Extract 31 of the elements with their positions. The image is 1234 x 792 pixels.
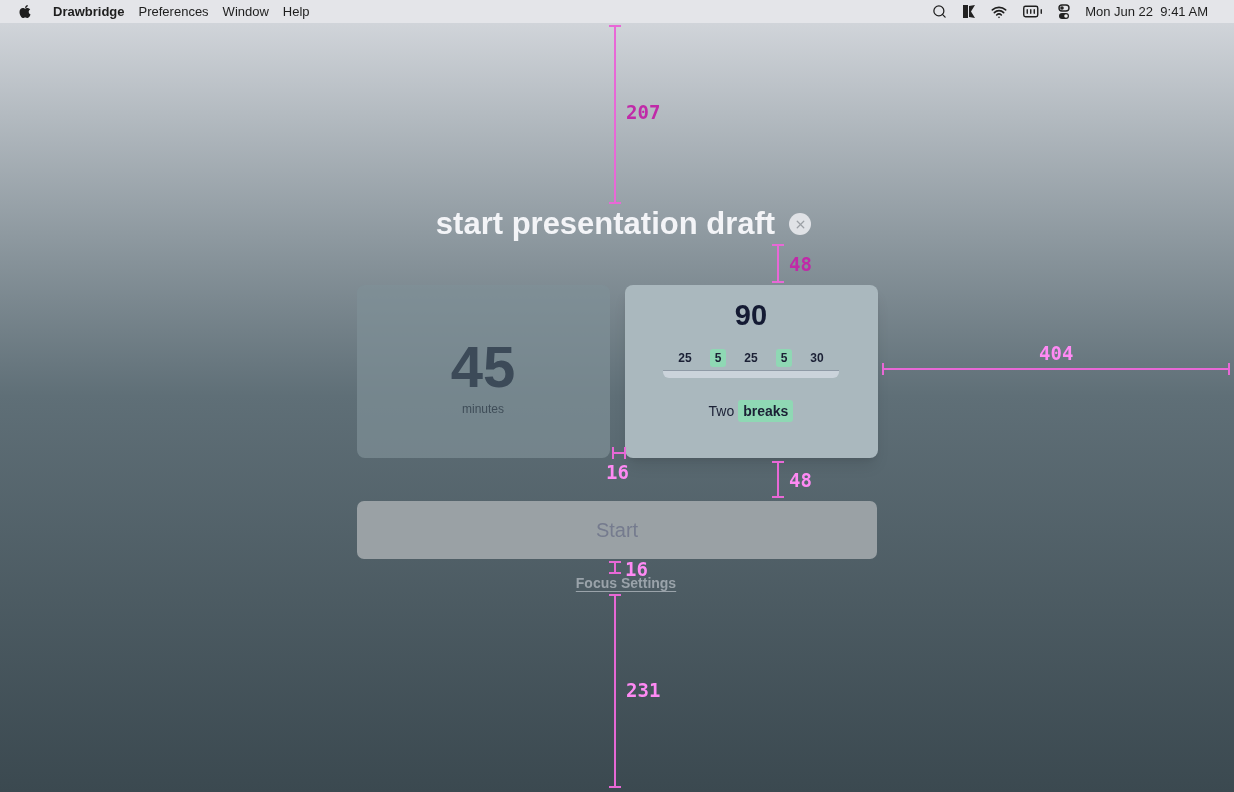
measurement-line [772, 244, 784, 283]
duration-option-card[interactable]: 90 25 5 25 5 30 Two breaks [624, 285, 878, 458]
search-icon[interactable] [932, 4, 948, 19]
measurement-label: 48 [789, 252, 812, 276]
session-title: start presentation draft [435, 205, 776, 243]
breaks-highlight: breaks [738, 400, 794, 422]
measurement-line [612, 447, 626, 459]
menu-item[interactable]: Preferences [138, 1, 209, 22]
app-logo-icon[interactable] [962, 4, 977, 19]
work-segment-label: 30 [809, 350, 825, 367]
toggles-icon[interactable] [1058, 3, 1071, 20]
duration-total: 90 [734, 298, 768, 333]
measurement-label: 207 [626, 100, 661, 124]
menu-item[interactable]: Window [222, 1, 269, 22]
break-segment-label: 5 [709, 349, 727, 367]
measurement-label: 16 [606, 460, 629, 484]
measurement-line [772, 461, 784, 498]
measurement-label: 48 [789, 468, 812, 492]
duration-caption: minutes [461, 401, 504, 418]
menu-item[interactable]: Help [282, 1, 310, 22]
work-segment-label: 25 [677, 350, 693, 367]
measurement-label: 404 [1039, 341, 1074, 365]
app-menu[interactable]: Drawbridge [53, 1, 125, 22]
duration-total: 45 [450, 335, 516, 399]
apple-icon[interactable] [18, 4, 32, 19]
measurement-label: 231 [626, 678, 661, 702]
menu-clock[interactable]: Mon Jun 22 9:41 AM [1085, 1, 1208, 22]
work-segment-label: 25 [743, 350, 759, 367]
summary-text: Two [708, 401, 735, 421]
measurement-line [609, 561, 621, 574]
break-segment-label: 5 [775, 349, 793, 367]
